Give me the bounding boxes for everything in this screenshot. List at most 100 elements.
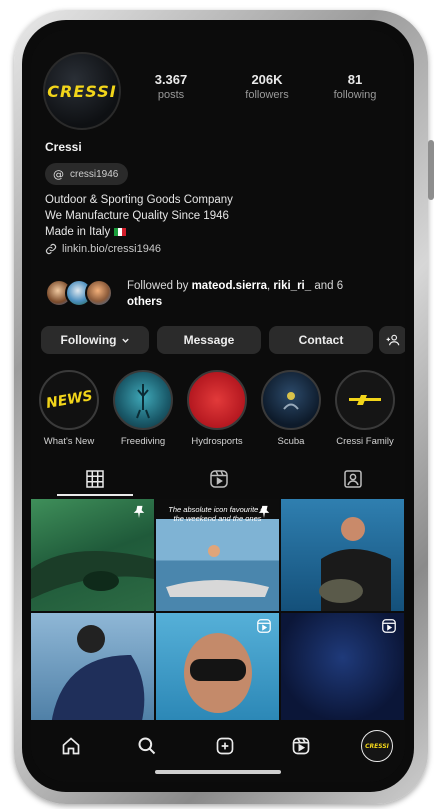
tab-posts-grid[interactable]	[75, 466, 115, 492]
following-stat[interactable]: 81 following	[315, 72, 395, 101]
profile-bio: Outdoor & Sporting Goods Company We Manu…	[45, 192, 233, 240]
highlight-label: What's New	[43, 436, 95, 447]
highlight-cressi-family[interactable]: Cressi Family	[333, 370, 397, 447]
add-person-button[interactable]	[379, 326, 405, 354]
highlight-hydrosports[interactable]: Hydrosports	[185, 370, 249, 447]
highlight-label: Hydrosports	[191, 436, 243, 447]
search-icon	[138, 737, 156, 755]
tab-tagged[interactable]	[333, 466, 373, 492]
threads-badge[interactable]: @ cressi1946	[45, 163, 129, 185]
highlight-cover	[335, 370, 395, 430]
followed-separator: ,	[267, 280, 271, 292]
posts-count: 3.367	[154, 72, 188, 87]
threads-icon: @	[53, 167, 64, 181]
followed-prefix: Followed by	[127, 280, 189, 292]
reel-icon	[257, 619, 271, 633]
chevron-down-icon	[121, 338, 129, 343]
highlight-label: Freediving	[120, 436, 166, 447]
highlight-whats-new[interactable]: NEWS What's New	[37, 370, 101, 447]
follower-name[interactable]: mateod.sierra	[192, 280, 267, 292]
followed-by[interactable]: Followed by mateod.sierra, riki_ri_ and …	[45, 275, 395, 313]
following-button[interactable]: Following	[41, 326, 149, 354]
grid-post[interactable]	[31, 499, 154, 611]
bio-line: We Manufacture Quality Since 1946	[45, 210, 229, 222]
home-icon	[62, 737, 80, 755]
action-buttons: Following Message Contact	[41, 326, 405, 354]
follower-avatar	[85, 279, 113, 307]
instagram-profile-screen: CRESSI 3.367 posts 206K followers 81 fol…	[31, 30, 405, 782]
grid-post[interactable]	[156, 613, 279, 725]
grid-post[interactable]	[281, 499, 404, 611]
active-tab-indicator	[57, 494, 133, 496]
tab-reels[interactable]	[199, 466, 239, 492]
diver-back-photo	[51, 625, 145, 725]
profile-avatar[interactable]: CRESSI	[43, 52, 121, 130]
story-highlights: NEWS What's New Freediving Hydrosports S…	[31, 370, 405, 450]
grid-post[interactable]: The absolute icon favourite of the weeke…	[156, 499, 279, 611]
profile-tabs	[31, 460, 405, 498]
posts-grid: The absolute icon favourite of the weeke…	[31, 499, 405, 725]
followers-count: 206K	[251, 72, 283, 87]
highlight-scuba[interactable]: Scuba	[259, 370, 323, 447]
scuba-diver-icon	[283, 392, 299, 410]
followed-by-text: Followed by mateod.sierra, riki_ri_ and …	[127, 278, 377, 310]
nav-create[interactable]	[211, 732, 239, 760]
news-badge: NEWS	[44, 388, 94, 412]
cressi-family-logo-icon	[349, 395, 381, 405]
message-button-label: Message	[183, 333, 235, 347]
reel-icon	[382, 619, 396, 633]
grid-icon	[86, 470, 104, 488]
highlight-label: Cressi Family	[336, 436, 394, 447]
profile-link[interactable]: linkin.bio/cressi1946	[45, 243, 161, 255]
bio-line: Outdoor & Sporting Goods Company	[45, 194, 233, 206]
contact-button[interactable]: Contact	[269, 326, 373, 354]
posts-label: posts	[157, 89, 185, 101]
threads-handle: cressi1946	[70, 168, 119, 180]
followers-label: followers	[245, 89, 289, 101]
highlight-freediving[interactable]: Freediving	[111, 370, 175, 447]
following-count: 81	[347, 72, 363, 87]
profile-avatar-mini: CRESSI	[365, 742, 389, 750]
diver-turtle-photo	[319, 517, 391, 611]
highlight-cover: NEWS	[39, 370, 99, 430]
highlight-label: Scuba	[277, 436, 305, 447]
profile-name: Cressi	[45, 140, 82, 154]
profile-header: CRESSI 3.367 posts 206K followers 81 fol…	[31, 30, 405, 160]
pin-icon	[133, 505, 145, 519]
nav-reels[interactable]	[287, 732, 315, 760]
pin-icon	[258, 505, 270, 519]
message-button[interactable]: Message	[157, 326, 261, 354]
followed-others[interactable]: others	[127, 296, 162, 308]
bio-line: Made in Italy	[45, 226, 111, 238]
follower-name[interactable]: riki_ri_	[273, 280, 311, 292]
contact-button-label: Contact	[298, 333, 344, 347]
tagged-icon	[344, 470, 362, 488]
highlight-cover	[187, 370, 247, 430]
post-caption: The absolute icon favourite of the weeke…	[168, 505, 267, 523]
followers-stat[interactable]: 206K followers	[227, 72, 307, 101]
following-label: following	[333, 89, 377, 101]
add-person-icon	[386, 334, 400, 346]
highlight-cover	[113, 370, 173, 430]
posts-stat[interactable]: 3.367 posts	[131, 72, 211, 101]
diver-silhouette-icon	[136, 384, 150, 419]
nav-profile[interactable]: CRESSI	[361, 730, 393, 762]
link-icon	[45, 243, 57, 255]
bio-line-made-in: Made in Italy	[45, 224, 233, 240]
grid-post[interactable]	[31, 613, 154, 725]
profile-link-text: linkin.bio/cressi1946	[62, 243, 162, 255]
following-button-label: Following	[60, 333, 117, 347]
nav-search[interactable]	[133, 732, 161, 760]
side-button	[428, 140, 434, 200]
italy-flag-icon	[114, 227, 127, 236]
nav-home[interactable]	[57, 732, 85, 760]
highlight-cover	[261, 370, 321, 430]
create-icon	[216, 737, 234, 755]
bottom-navigation: CRESSI	[31, 720, 405, 782]
home-indicator	[155, 770, 281, 774]
followed-suffix: and 6	[314, 280, 344, 292]
reels-icon	[210, 470, 228, 488]
reels-icon	[292, 737, 310, 755]
grid-post[interactable]	[281, 613, 404, 725]
cressi-logo: CRESSI	[47, 81, 117, 101]
